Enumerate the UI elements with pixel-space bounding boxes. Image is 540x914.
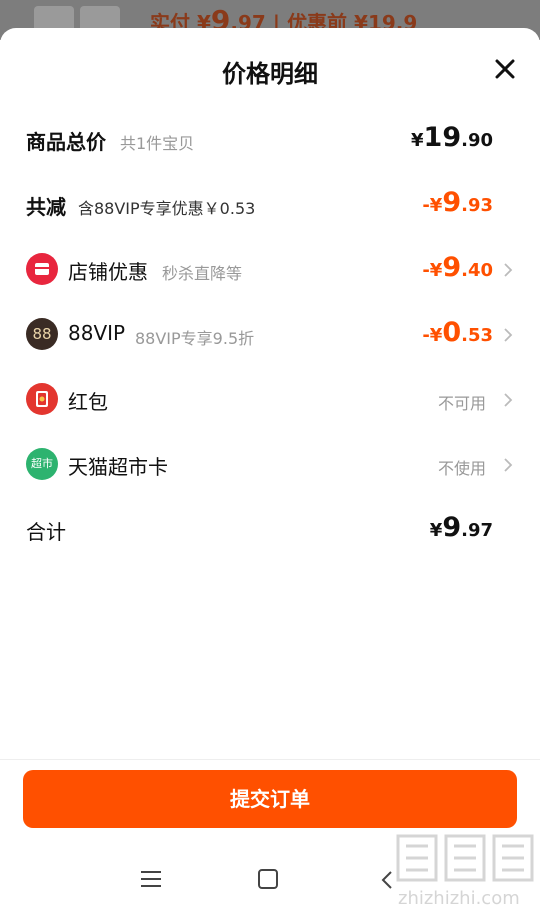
row-store-discount[interactable]: 店铺优惠 秒杀直降等 -¥9.40 (0, 250, 540, 290)
close-icon (495, 59, 515, 79)
sum-label: 合计 (26, 520, 66, 544)
store-coupon-icon (26, 253, 58, 285)
88vip-label: 88VIP (68, 321, 126, 345)
divider (0, 759, 540, 760)
svg-text:zhizhizhi.com: zhizhizhi.com (398, 888, 520, 909)
tmall-supermarket-icon: 超市 (26, 448, 58, 480)
store-discount-sub: 秒杀直降等 (162, 264, 243, 283)
chevron-right-icon (504, 328, 513, 342)
row-total-discount: 共减 含88VIP专享优惠￥0.53 -¥9.93 (0, 185, 540, 225)
total-price-sub: 共1件宝贝 (120, 134, 195, 153)
nav-home-icon[interactable] (258, 869, 278, 889)
row-red-packet[interactable]: 红包 不可用 (0, 380, 540, 420)
close-button[interactable] (490, 54, 520, 84)
store-discount-label: 店铺优惠 (68, 260, 148, 284)
tmall-card-value: 不使用 (437, 459, 486, 478)
tmall-card-label: 天猫超市卡 (68, 455, 168, 479)
chevron-right-icon (504, 393, 513, 407)
red-packet-label: 红包 (68, 390, 108, 414)
nav-menu-icon[interactable] (140, 870, 162, 888)
total-discount-label: 共减 (26, 195, 66, 219)
row-sum: 合计 ¥9.97 (0, 510, 540, 550)
row-88vip-discount[interactable]: 88 88VIP 88VIP专享9.5折 -¥0.53 (0, 315, 540, 355)
88vip-sub: 88VIP专享9.5折 (135, 329, 255, 348)
row-total-price: 商品总价 共1件宝贝 ¥19.90 (0, 120, 540, 160)
price-detail-sheet: 价格明细 商品总价 共1件宝贝 ¥19.90 共减 含88VIP专享优惠￥0.5… (0, 28, 540, 914)
red-packet-value: 不可用 (437, 394, 486, 413)
total-price-label: 商品总价 (26, 130, 106, 154)
total-discount-value: -¥9.93 (422, 187, 493, 218)
store-discount-value: -¥9.40 (422, 252, 493, 283)
sum-value: ¥9.97 (429, 512, 493, 543)
chevron-right-icon (504, 458, 513, 472)
submit-order-button[interactable]: 提交订单 (23, 770, 517, 828)
chevron-right-icon (504, 263, 513, 277)
red-packet-icon (26, 383, 58, 415)
total-discount-sub: 含88VIP专享优惠￥0.53 (78, 199, 256, 218)
watermark-logo: zhizhizhi.com (396, 834, 534, 909)
vip-88-icon: 88 (26, 318, 58, 350)
total-price-value: ¥19.90 (411, 122, 493, 153)
row-tmall-card[interactable]: 超市 天猫超市卡 不使用 (0, 445, 540, 485)
88vip-value: -¥0.53 (422, 317, 493, 348)
sheet-title: 价格明细 (222, 60, 318, 88)
